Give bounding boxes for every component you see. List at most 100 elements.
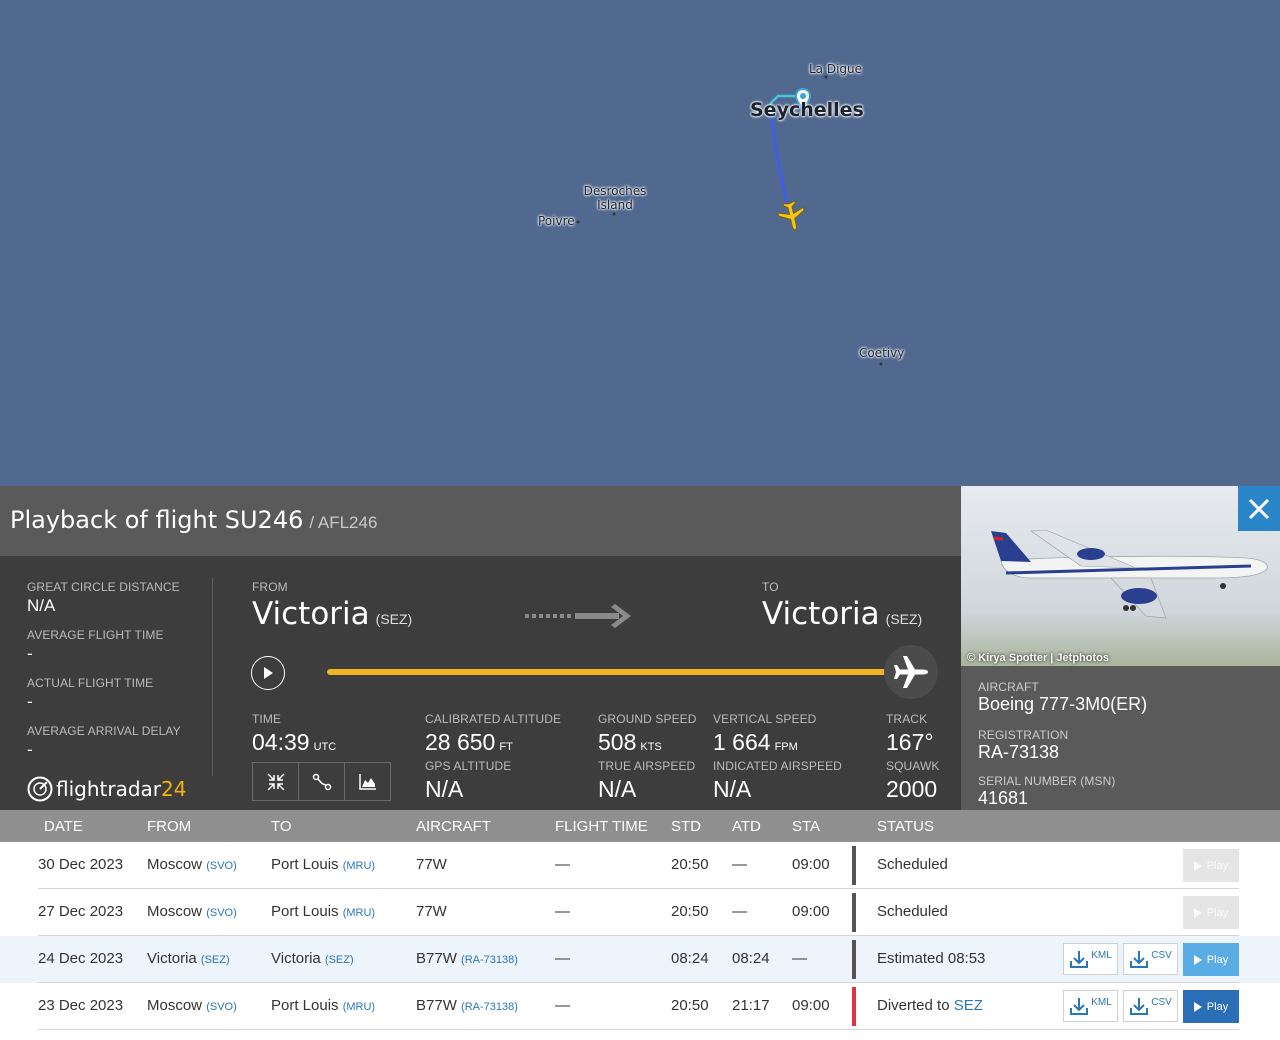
flights-table-header: DATE FROM TO AIRCRAFT FLIGHT TIME STD AT…: [0, 810, 1280, 842]
progress-track[interactable]: [327, 669, 911, 675]
photo-credit[interactable]: © Kirya Spotter | Jetphotos: [967, 652, 1109, 664]
ind-airspeed-label: INDICATED AIRSPEED: [713, 759, 842, 773]
vert-speed-readout: 1 664 FPM: [713, 729, 798, 756]
play-label: Play: [1206, 906, 1229, 919]
row-aircraft: 77W: [416, 856, 447, 873]
time-readout: 04:39 UTC: [252, 729, 336, 756]
row-aircraft[interactable]: B77W (RA-73138): [416, 950, 518, 967]
row-status: Scheduled: [877, 856, 948, 873]
csv-download-button[interactable]: CSV: [1123, 990, 1178, 1022]
row-std: 20:50: [671, 903, 709, 920]
graph-view-button[interactable]: [345, 763, 390, 800]
row-flight-time: —: [555, 997, 570, 1014]
map-label-la-digue: La Digue: [809, 62, 863, 76]
flight-track: [576, 75, 883, 366]
table-row[interactable]: 24 Dec 2023 Victoria (SEZ) Victoria (SEZ…: [0, 936, 1280, 983]
actual-flight-time-value: -: [27, 692, 33, 711]
avg-arrival-delay-value: -: [27, 740, 33, 759]
close-icon: [1248, 498, 1270, 519]
logo-text: flightradar: [56, 777, 162, 801]
row-from[interactable]: Victoria (SEZ): [147, 950, 230, 967]
from-code: (SEZ): [375, 611, 413, 627]
play-row-button[interactable]: Play: [1183, 849, 1239, 882]
row-from[interactable]: Moscow (SVO): [147, 997, 237, 1014]
to-airport[interactable]: Victoria (SEZ): [762, 596, 922, 632]
table-row[interactable]: 30 Dec 2023 Moscow (SVO) Port Louis (MRU…: [0, 842, 1280, 889]
map[interactable]: La Digue Seychelles Desroches Island Poi…: [0, 0, 1280, 486]
row-flight-time: —: [555, 903, 570, 920]
ground-speed-value: 508: [598, 729, 637, 755]
gps-alt-value: N/A: [425, 776, 464, 802]
play-button[interactable]: [251, 656, 285, 690]
track-value: 167°: [886, 729, 934, 755]
play-icon: [1193, 1001, 1202, 1012]
aircraft-type: 77W: [416, 903, 447, 920]
from-city: Victoria: [147, 950, 197, 967]
from-city: Victoria: [252, 596, 370, 632]
table-row[interactable]: 23 Dec 2023 Moscow (SVO) Port Louis (MRU…: [0, 983, 1280, 1030]
kml-download-button[interactable]: KML: [1063, 943, 1118, 975]
row-to[interactable]: Port Louis (MRU): [271, 856, 375, 873]
from-city: Moscow: [147, 903, 203, 920]
download-icon: [1070, 951, 1089, 968]
kml-download-button[interactable]: KML: [1063, 990, 1118, 1022]
great-circle-value: N/A: [27, 596, 56, 615]
map-label-poivre: Poivre: [538, 214, 575, 228]
progress-aircraft-handle[interactable]: [884, 645, 938, 699]
row-status: Scheduled: [877, 903, 948, 920]
status-bar: [852, 987, 856, 1026]
row-sta: 09:00: [792, 997, 830, 1014]
to-code: (MRU): [342, 1001, 376, 1013]
row-to[interactable]: Victoria (SEZ): [271, 950, 354, 967]
row-to[interactable]: Port Louis (MRU): [271, 997, 375, 1014]
from-airport[interactable]: Victoria (SEZ): [252, 596, 412, 632]
to-city: Port Louis: [271, 997, 339, 1014]
play-icon: [1193, 954, 1202, 965]
route-icon: [312, 773, 331, 790]
from-label: FROM: [252, 580, 288, 594]
time-value: 04:39: [252, 729, 310, 755]
status-text: Diverted to: [877, 997, 950, 1014]
aircraft-registration[interactable]: (RA-73138): [461, 954, 518, 966]
serial-label: SERIAL NUMBER (MSN): [978, 774, 1116, 788]
panel-header: Playback of flight SU246 / AFL246: [0, 486, 961, 556]
row-to[interactable]: Port Louis (MRU): [271, 903, 375, 920]
play-row-button[interactable]: Play: [1183, 990, 1239, 1023]
vert-speed-label: VERTICAL SPEED: [713, 712, 817, 726]
to-city: Victoria: [762, 596, 880, 632]
kml-label: KML: [1091, 996, 1112, 1008]
gps-alt-label: GPS ALTITUDE: [425, 759, 512, 773]
from-code: (SVO): [206, 907, 237, 919]
aircraft-photo[interactable]: © Kirya Spotter | Jetphotos: [961, 486, 1280, 666]
play-row-button[interactable]: Play: [1183, 896, 1239, 929]
ground-speed-readout: 508 KTS: [598, 729, 662, 756]
map-label-seychelles: Seychelles: [750, 99, 864, 121]
table-row[interactable]: 27 Dec 2023 Moscow (SVO) Port Louis (MRU…: [0, 889, 1280, 936]
diverted-airport-link[interactable]: SEZ: [954, 997, 983, 1014]
row-date: 24 Dec 2023: [38, 950, 124, 967]
aircraft-registration[interactable]: (RA-73138): [461, 1001, 518, 1013]
row-from[interactable]: Moscow (SVO): [147, 856, 237, 873]
row-atd: 08:24: [732, 950, 770, 967]
row-aircraft[interactable]: B77W (RA-73138): [416, 997, 518, 1014]
row-from[interactable]: Moscow (SVO): [147, 903, 237, 920]
col-date: DATE: [44, 818, 83, 835]
panel-title: Playback of flight SU246: [10, 506, 304, 534]
collapse-view-button[interactable]: [253, 763, 299, 800]
col-atd: ATD: [732, 818, 761, 835]
row-date: 23 Dec 2023: [38, 997, 124, 1014]
route-view-button[interactable]: [299, 763, 345, 800]
row-status: Diverted to SEZ: [877, 997, 983, 1014]
divider: [212, 578, 213, 776]
csv-download-button[interactable]: CSV: [1123, 943, 1178, 975]
to-city: Port Louis: [271, 903, 339, 920]
aircraft-marker-icon[interactable]: [774, 198, 810, 234]
aircraft-type: 77W: [416, 856, 447, 873]
play-row-button[interactable]: Play: [1183, 943, 1239, 976]
row-flight-time: —: [555, 856, 570, 873]
vert-speed-unit: FPM: [774, 741, 798, 753]
col-status: STATUS: [877, 818, 934, 835]
flightradar24-logo[interactable]: flightradar 24: [27, 776, 186, 802]
close-button[interactable]: [1238, 486, 1280, 531]
from-city: Moscow: [147, 856, 203, 873]
